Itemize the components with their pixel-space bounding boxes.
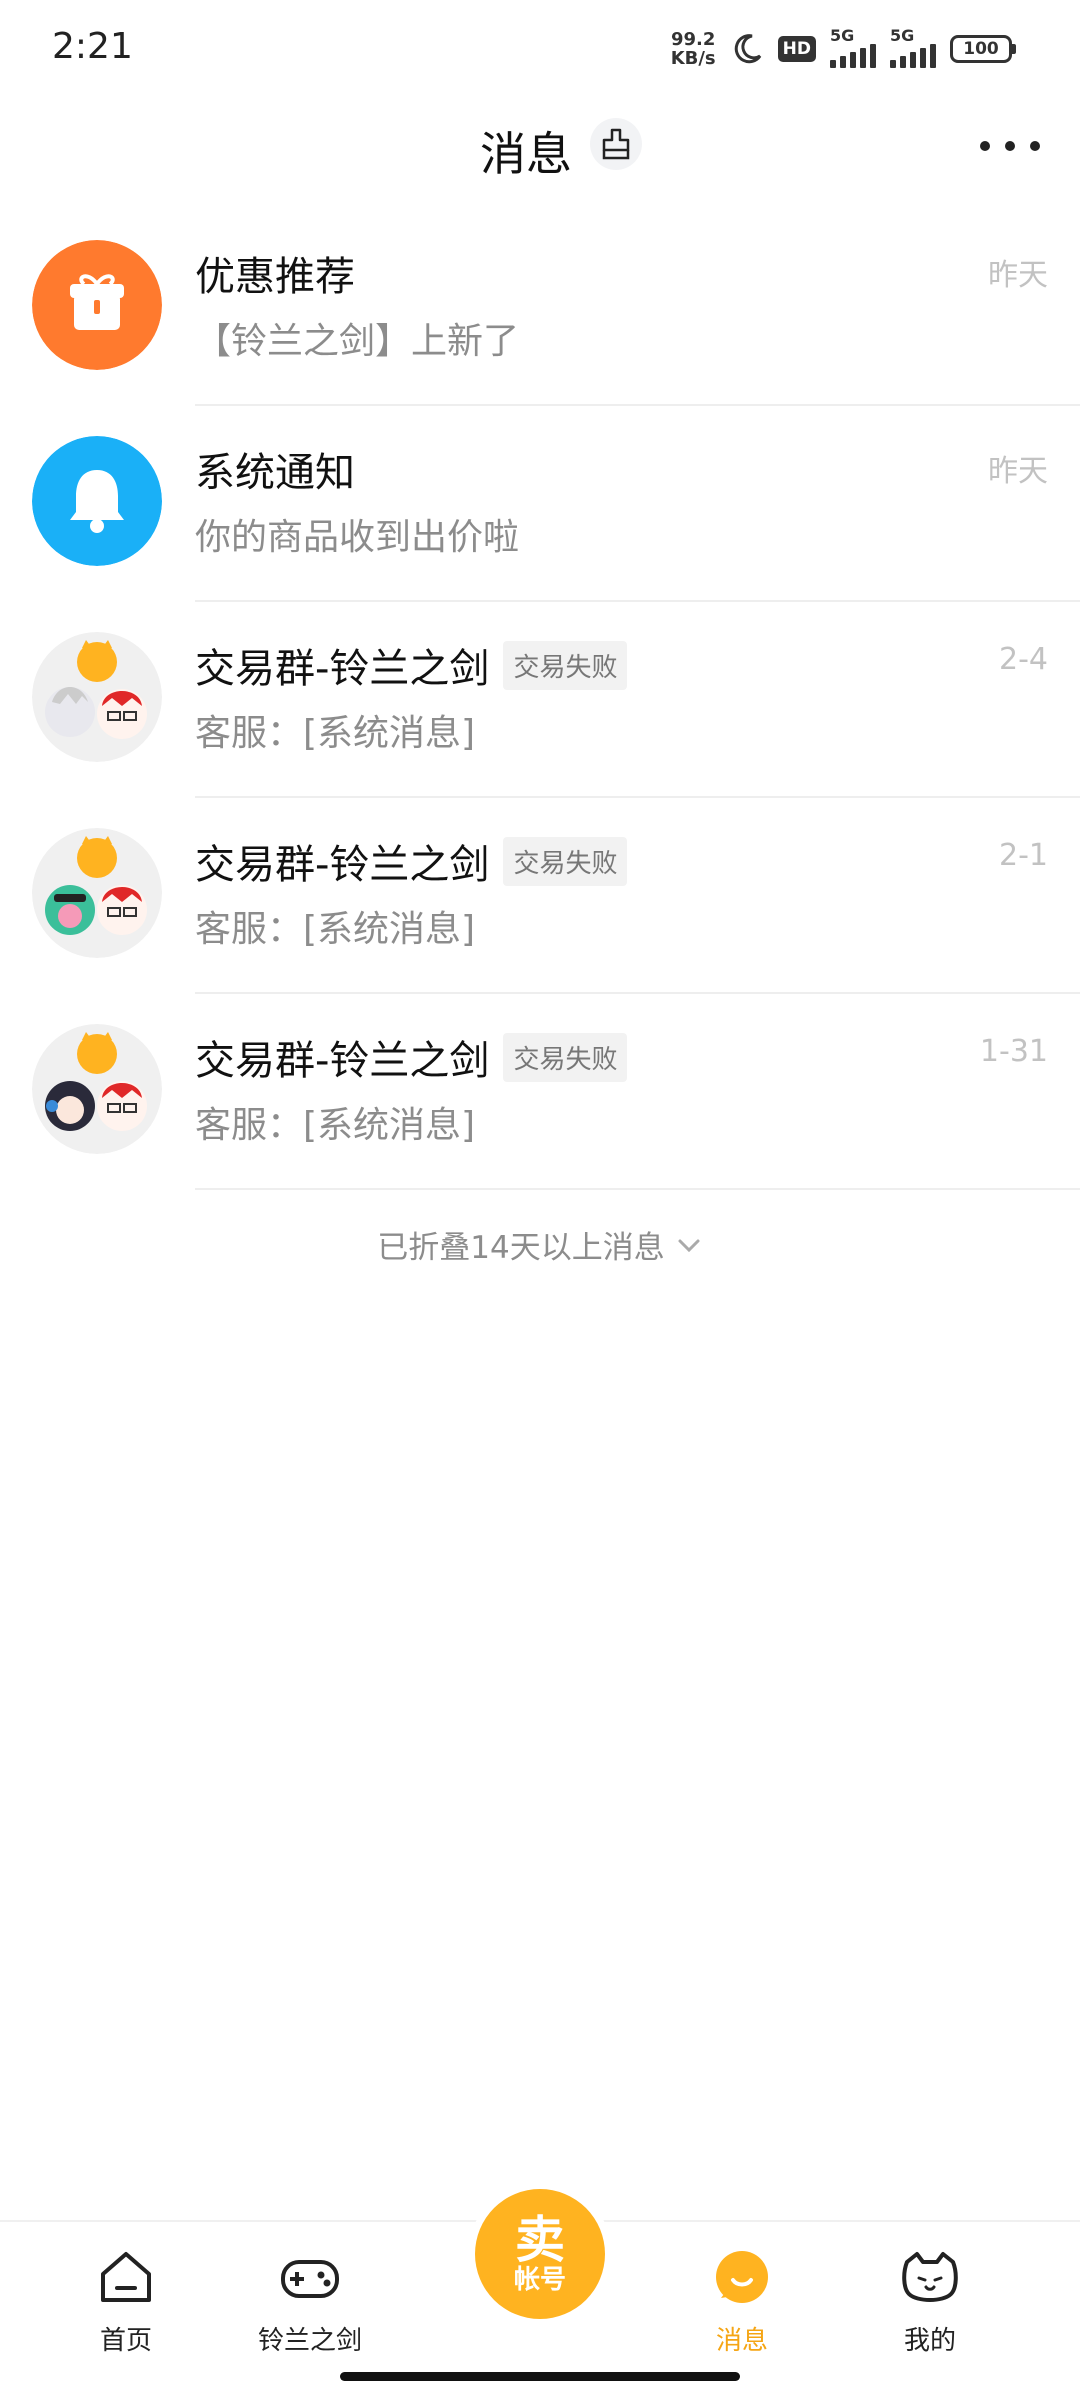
tab-label: 我的: [903, 2326, 956, 2356]
status-bar: 2:21 99.2 KB/s HD 5G 5G 100: [0, 0, 1080, 100]
page-header: 消息: [0, 100, 1080, 196]
message-time: 昨天: [988, 454, 1048, 489]
gamepad-icon: [281, 2260, 339, 2298]
folded-messages-toggle[interactable]: 已折叠14天以上消息: [0, 1222, 1080, 1267]
signal-icon: 5G: [830, 26, 876, 68]
group-avatar: [32, 828, 162, 958]
home-icon: [101, 2252, 151, 2302]
sell-sub-label: 帐号: [513, 2265, 566, 2295]
divider: [195, 1188, 1080, 1190]
message-icon: [716, 2251, 768, 2303]
group-avatar: [32, 1024, 162, 1154]
battery-icon: 100: [950, 35, 1016, 63]
message-item-trade-group[interactable]: 交易群-铃兰之剑 交易失败 客服：[系统消息] 2-1: [0, 798, 1080, 994]
network-speed: 99.2 KB/s: [671, 30, 716, 68]
status-time: 2:21: [52, 26, 133, 67]
more-options-button[interactable]: [980, 126, 1040, 166]
signal-icon-2: 5G: [890, 26, 936, 68]
sell-account-button[interactable]: 卖 帐号: [468, 2182, 612, 2326]
message-title: 系统通知: [195, 450, 355, 496]
message-time: 2-1: [999, 838, 1048, 873]
message-title: 优惠推荐: [195, 254, 355, 300]
message-title: 交易群-铃兰之剑: [195, 842, 490, 888]
tab-label: 铃兰之剑: [257, 2326, 362, 2356]
signal-label-2: 5G: [890, 26, 915, 45]
hd-badge: HD: [777, 36, 816, 62]
network-speed-value: 99.2: [670, 29, 716, 50]
message-time: 2-4: [999, 642, 1048, 677]
message-item-trade-group[interactable]: 交易群-铃兰之剑 交易失败 客服：[系统消息] 2-4: [0, 602, 1080, 798]
message-item-trade-group[interactable]: 交易群-铃兰之剑 交易失败 客服：[系统消息] 1-31: [0, 994, 1080, 1190]
group-avatar: [32, 632, 162, 762]
message-title: 交易群-铃兰之剑: [195, 1038, 490, 1084]
network-speed-unit: KB/s: [670, 48, 716, 69]
bell-icon: [32, 436, 162, 566]
status-badge: 交易失败: [503, 640, 628, 690]
message-title: 交易群-铃兰之剑: [195, 646, 490, 692]
sell-main-label: 卖: [515, 2211, 565, 2269]
message-item-system[interactable]: 系统通知 你的商品收到出价啦 昨天: [0, 406, 1080, 602]
tab-label: 首页: [99, 2326, 152, 2356]
gift-avatar: [32, 240, 162, 370]
tab-messages[interactable]: 消息: [662, 2242, 822, 2357]
moon-icon: [734, 34, 761, 64]
message-preview: 【铃兰之剑】上新了: [195, 321, 520, 362]
message-time: 1-31: [979, 1034, 1048, 1069]
status-icons: 99.2 KB/s HD 5G 5G 100: [671, 26, 1016, 68]
status-badge: 交易失败: [503, 1032, 628, 1082]
tab-game[interactable]: 铃兰之剑: [230, 2242, 390, 2357]
tab-profile[interactable]: 我的: [850, 2242, 1010, 2357]
signal-label: 5G: [830, 26, 855, 45]
folded-messages-label: 已折叠14天以上消息: [377, 1230, 665, 1266]
message-preview: 客服：[系统消息]: [195, 713, 476, 754]
tab-home[interactable]: 首页: [46, 2242, 206, 2357]
page-title: 消息: [480, 127, 572, 181]
clear-unread-button[interactable]: [590, 118, 642, 170]
messages-screen: 2:21 99.2 KB/s HD 5G 5G 100 消息 优惠推荐 【铃兰之…: [0, 0, 1080, 2400]
cat-face-icon: [902, 2252, 958, 2302]
message-preview: 客服：[系统消息]: [195, 1105, 476, 1146]
bell-avatar: [32, 436, 162, 566]
tab-label: 消息: [715, 2326, 768, 2356]
message-item-promotions[interactable]: 优惠推荐 【铃兰之剑】上新了 昨天: [0, 210, 1080, 406]
broom-icon: [602, 128, 630, 160]
message-preview: 你的商品收到出价啦: [195, 517, 520, 558]
chevron-down-icon: [678, 1239, 700, 1252]
gift-icon: [32, 240, 162, 370]
message-list: 优惠推荐 【铃兰之剑】上新了 昨天 系统通知 你的商品收到出价啦 昨天 交易群-…: [0, 210, 1080, 1190]
status-badge: 交易失败: [503, 836, 628, 886]
message-time: 昨天: [988, 258, 1048, 293]
message-preview: 客服：[系统消息]: [195, 909, 476, 950]
battery-level: 100: [950, 35, 1012, 63]
home-indicator[interactable]: [340, 2372, 740, 2381]
